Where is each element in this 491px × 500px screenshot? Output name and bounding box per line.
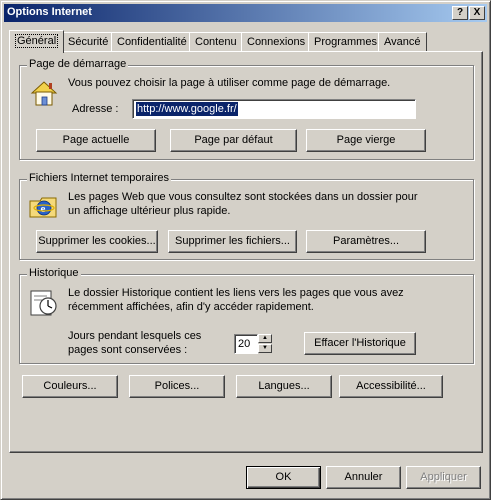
use-blank-page-button[interactable]: Page vierge [306,129,426,152]
home-icon [30,81,58,106]
use-current-page-button[interactable]: Page actuelle [36,129,156,152]
temp-files-description-line2: un affichage ultérieur plus rapide. [68,205,231,217]
temp-files-group-title: Fichiers Internet temporaires [27,172,171,184]
days-label-line1: Jours pendant lesquels ces [68,330,202,342]
history-description-line1: Le dossier Historique contient les liens… [68,287,404,299]
tab-privacy[interactable]: Confidentialité [111,32,193,51]
general-tab-panel: Page de démarrage Vous pouvez choisir la… [9,51,483,453]
delete-files-button[interactable]: Supprimer les fichiers... [168,230,297,253]
days-value: 20 [238,338,251,350]
colors-button[interactable]: Couleurs... [22,375,118,398]
tab-security[interactable]: Sécurité [62,32,115,51]
days-spin-up[interactable]: ▲ [258,334,272,343]
tab-connections[interactable]: Connexions [241,32,312,51]
languages-button[interactable]: Langues... [236,375,332,398]
temp-files-settings-button[interactable]: Paramètres... [306,230,426,253]
tab-content[interactable]: Contenu [189,32,243,51]
tab-programs[interactable]: Programmes [308,32,383,51]
cancel-button[interactable]: Annuler [326,466,401,489]
apply-button[interactable]: Appliquer [406,466,481,489]
clear-history-button[interactable]: Effacer l'Historique [304,332,416,355]
history-group: Historique Le dossier Historique contien… [19,267,474,364]
tab-label: Général [15,34,59,48]
address-value: http://www.google.fr/ [136,102,238,116]
tab-advanced[interactable]: Avancé [378,32,427,51]
fonts-button[interactable]: Polices... [129,375,225,398]
window-title: Options Internet [7,6,92,18]
history-clock-icon [30,290,57,316]
days-label-line2: pages sont conservées : [68,344,188,356]
options-internet-dialog: Options Internet ? X Général Sécurité Co… [0,0,491,500]
homepage-description: Vous pouvez choisir la page à utiliser c… [68,77,391,89]
title-bar[interactable]: Options Internet ? X [4,4,487,22]
help-button[interactable]: ? [452,6,468,20]
address-input[interactable]: http://www.google.fr/ [132,99,416,119]
delete-cookies-button[interactable]: Supprimer les cookies... [36,230,158,253]
temp-files-description-line1: Les pages Web que vous consultez sont st… [68,191,418,203]
homepage-group: Page de démarrage Vous pouvez choisir la… [19,58,474,160]
accessibility-button[interactable]: Accessibilité... [339,375,443,398]
tab-general[interactable]: Général [9,30,65,53]
temp-files-group: Fichiers Internet temporaires e Les page… [19,172,474,260]
history-group-title: Historique [27,267,81,279]
history-description-line2: récemment affichées, afin d'y accéder ra… [68,301,314,313]
close-button[interactable]: X [469,6,485,20]
address-label: Adresse : [72,103,119,115]
days-input[interactable]: 20 [234,334,258,354]
use-default-page-button[interactable]: Page par défaut [170,129,297,152]
homepage-group-title: Page de démarrage [27,58,129,70]
ok-button[interactable]: OK [246,466,321,489]
days-spin-down[interactable]: ▼ [258,344,272,353]
ie-folder-icon: e [29,197,57,218]
